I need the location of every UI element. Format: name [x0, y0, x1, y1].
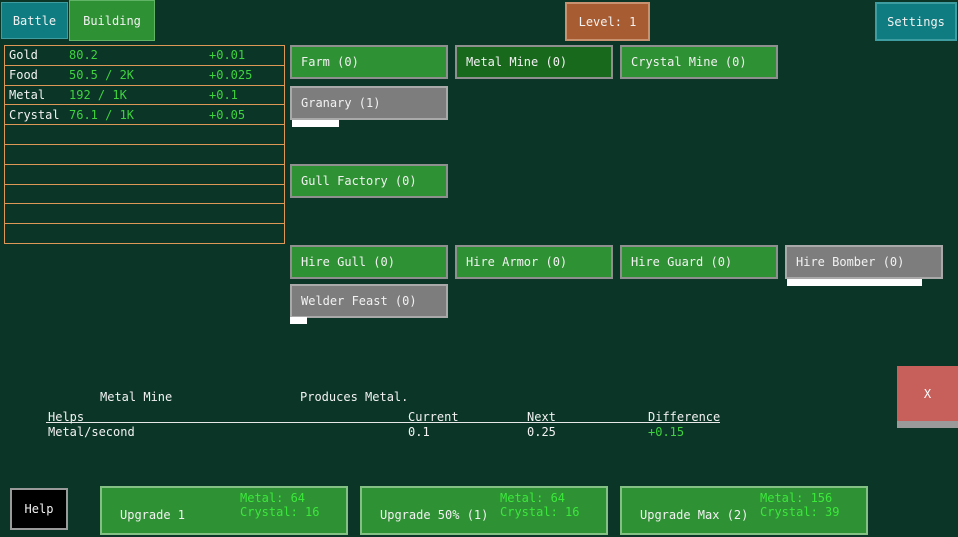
upgrade-1-button[interactable]: Upgrade 1 Metal: 64 Crystal: 16 [100, 486, 348, 535]
resource-value: 76.1 / 1K [69, 108, 209, 122]
resource-row-gold: Gold 80.2 +0.01 [5, 46, 284, 66]
upgrade-label: Upgrade Max (2) [640, 508, 748, 522]
resource-rate: +0.01 [209, 48, 284, 62]
upgrade-max-button[interactable]: Upgrade Max (2) Metal: 156 Crystal: 39 [620, 486, 868, 535]
resource-row-empty [5, 125, 284, 145]
resource-name: Food [9, 68, 69, 82]
upgrade-cost-metal: Metal: 64 [240, 491, 319, 505]
upgrade-label: Upgrade 1 [120, 508, 185, 522]
resource-name: Metal [9, 88, 69, 102]
resource-value: 80.2 [69, 48, 209, 62]
resource-rate: +0.025 [209, 68, 284, 82]
resource-row-empty [5, 204, 284, 224]
close-icon: X [924, 387, 931, 401]
tab-building[interactable]: Building [69, 0, 155, 41]
game-screen: Battle Building Level: 1 Settings Gold 8… [0, 0, 958, 537]
upgrade-cost-crystal: Crystal: 39 [760, 505, 839, 519]
hire-gull-button[interactable]: Hire Gull (0) [290, 245, 448, 279]
resource-row-metal: Metal 192 / 1K +0.1 [5, 86, 284, 106]
hire-bomber-button[interactable]: Hire Bomber (0) [785, 245, 943, 279]
close-button[interactable]: X [897, 366, 958, 428]
help-button[interactable]: Help [10, 488, 68, 530]
info-header-underline [46, 422, 720, 423]
level-badge: Level: 1 [565, 2, 650, 41]
hire-bomber-progress-bar [787, 279, 922, 286]
welder-feast-button[interactable]: Welder Feast (0) [290, 284, 448, 318]
resource-value: 50.5 / 2K [69, 68, 209, 82]
resource-value: 192 / 1K [69, 88, 209, 102]
resource-rate: +0.05 [209, 108, 284, 122]
welder-feast-progress-bar [290, 317, 307, 324]
upgrade-cost-metal: Metal: 156 [760, 491, 839, 505]
crystal-mine-button[interactable]: Crystal Mine (0) [620, 45, 778, 79]
info-row-difference: +0.15 [648, 425, 684, 439]
resource-rate: +0.1 [209, 88, 284, 102]
resource-name: Crystal [9, 108, 69, 122]
info-row-next: 0.25 [527, 425, 556, 439]
upgrade-cost-metal: Metal: 64 [500, 491, 579, 505]
info-row-helps: Metal/second [48, 425, 135, 439]
upgrade-cost-crystal: Crystal: 16 [240, 505, 319, 519]
resource-name: Gold [9, 48, 69, 62]
info-row-current: 0.1 [408, 425, 430, 439]
resource-row-empty [5, 224, 284, 243]
resource-row-empty [5, 185, 284, 205]
info-description: Produces Metal. [300, 390, 408, 404]
upgrade-label: Upgrade 50% (1) [380, 508, 488, 522]
gull-factory-button[interactable]: Gull Factory (0) [290, 164, 448, 198]
granary-progress-bar [292, 120, 339, 127]
upgrade-costs: Metal: 156 Crystal: 39 [760, 491, 839, 519]
upgrade-50-button[interactable]: Upgrade 50% (1) Metal: 64 Crystal: 16 [360, 486, 608, 535]
resource-row-empty [5, 145, 284, 165]
info-title: Metal Mine [100, 390, 172, 404]
resource-row-empty [5, 165, 284, 185]
granary-button[interactable]: Granary (1) [290, 86, 448, 120]
upgrade-costs: Metal: 64 Crystal: 16 [500, 491, 579, 519]
hire-guard-button[interactable]: Hire Guard (0) [620, 245, 778, 279]
metal-mine-button[interactable]: Metal Mine (0) [455, 45, 613, 79]
tab-battle[interactable]: Battle [1, 2, 68, 39]
upgrade-costs: Metal: 64 Crystal: 16 [240, 491, 319, 519]
help-label: Help [25, 502, 54, 516]
settings-button[interactable]: Settings [875, 2, 957, 41]
resource-row-food: Food 50.5 / 2K +0.025 [5, 66, 284, 86]
farm-button[interactable]: Farm (0) [290, 45, 448, 79]
upgrade-cost-crystal: Crystal: 16 [500, 505, 579, 519]
resource-row-crystal: Crystal 76.1 / 1K +0.05 [5, 105, 284, 125]
hire-armor-button[interactable]: Hire Armor (0) [455, 245, 613, 279]
resource-table: Gold 80.2 +0.01 Food 50.5 / 2K +0.025 Me… [4, 45, 285, 244]
